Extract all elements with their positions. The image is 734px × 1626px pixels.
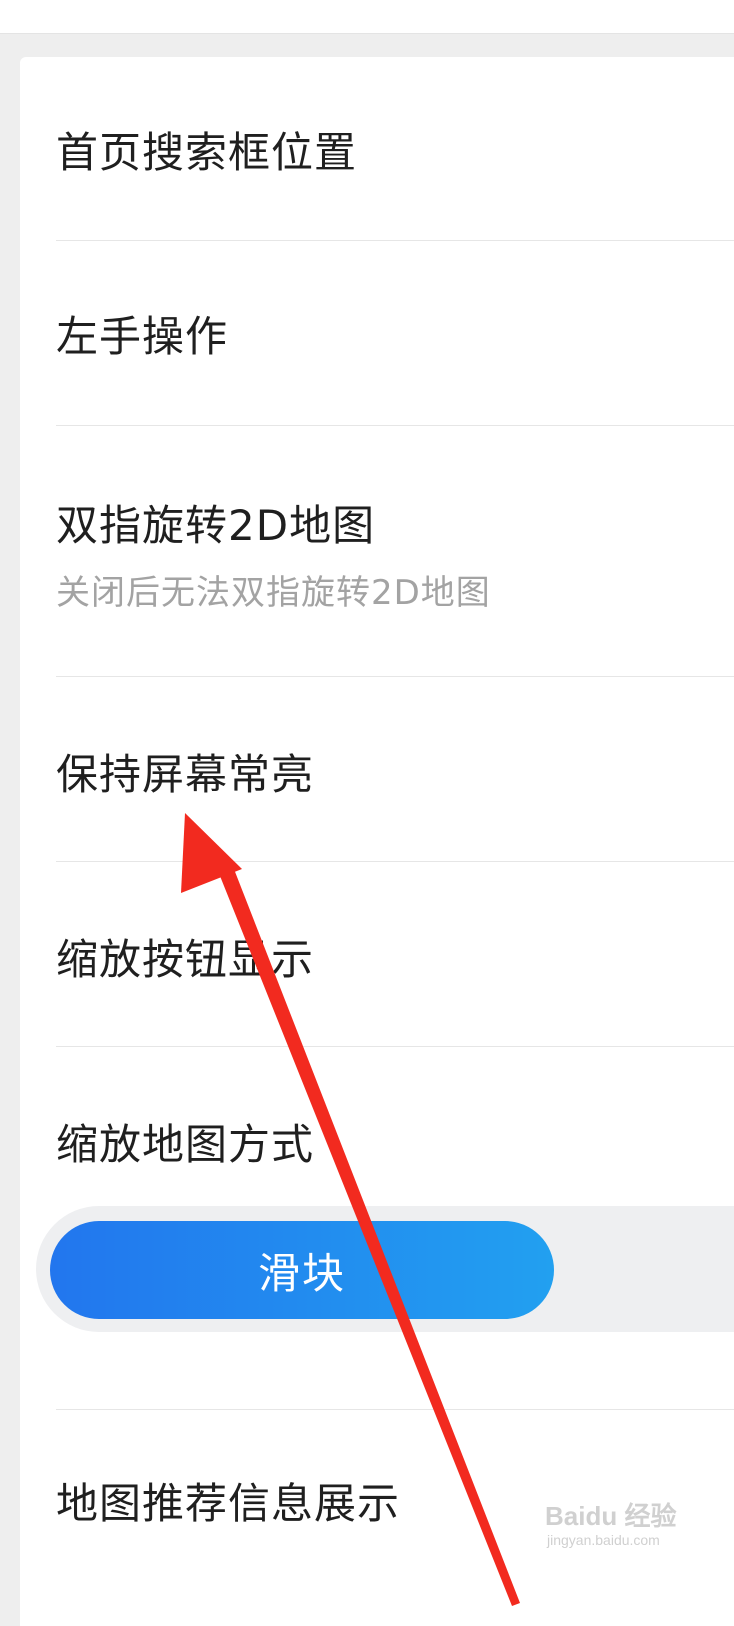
setting-row-keep-screen-on[interactable]: 保持屏幕常亮 <box>56 677 734 862</box>
setting-row-search-box-position[interactable]: 首页搜索框位置 <box>56 57 734 241</box>
zoom-mode-segmented-control: 滑块 <box>36 1206 734 1332</box>
setting-title-zoom-map-mode: 缩放地图方式 <box>56 1120 315 1169</box>
watermark-brand: Baidu 经验 <box>545 1501 677 1531</box>
setting-title-map-recommendation: 地图推荐信息展示 <box>56 1479 401 1528</box>
setting-title-keep-screen-on: 保持屏幕常亮 <box>56 750 315 799</box>
watermark-domain: jingyan.baidu.com <box>547 1532 660 1548</box>
setting-row-two-finger-rotate[interactable]: 双指旋转2D地图 关闭后无法双指旋转2D地图 <box>56 426 734 677</box>
setting-title-zoom-button-display: 缩放按钮显示 <box>56 935 315 984</box>
setting-row-left-hand-mode[interactable]: 左手操作 <box>56 241 734 426</box>
setting-title-search-box-position: 首页搜索框位置 <box>56 128 358 177</box>
top-bar <box>0 0 734 34</box>
setting-title-left-hand-mode: 左手操作 <box>56 312 229 361</box>
zoom-mode-slider-option[interactable]: 滑块 <box>50 1221 554 1319</box>
baidu-jingyan-watermark: Baidu 经验 jingyan.baidu.com <box>545 1490 695 1554</box>
setting-subtitle-two-finger-rotate: 关闭后无法双指旋转2D地图 <box>56 573 491 613</box>
settings-card: 首页搜索框位置 左手操作 双指旋转2D地图 关闭后无法双指旋转2D地图 保持屏幕… <box>20 57 734 1626</box>
setting-row-zoom-button-display[interactable]: 缩放按钮显示 <box>56 862 734 1047</box>
setting-title-two-finger-rotate: 双指旋转2D地图 <box>56 501 376 550</box>
